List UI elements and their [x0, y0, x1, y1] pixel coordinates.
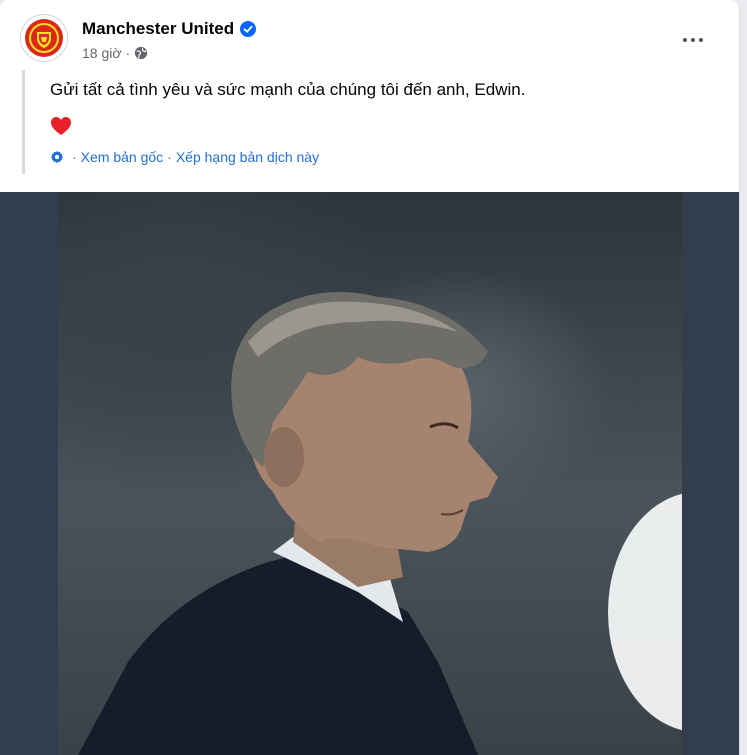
club-crest-icon: [25, 19, 63, 57]
portrait-photo: [78, 292, 682, 755]
gear-icon: [50, 150, 64, 164]
post-media[interactable]: [0, 192, 739, 755]
page-name[interactable]: Manchester United: [82, 19, 234, 39]
post-text: Gửi tất cả tình yêu và sức mạnh của chún…: [50, 80, 526, 99]
translated-post-body: Gửi tất cả tình yêu và sức mạnh của chún…: [22, 70, 622, 174]
post-timestamp[interactable]: 18 giờ: [82, 45, 122, 61]
more-options-button[interactable]: [675, 26, 711, 54]
post-meta: 18 giờ ·: [82, 45, 148, 61]
more-options-icon: [683, 38, 687, 42]
post-card: Manchester United 18 giờ · Gửi tất cả tì…: [0, 0, 739, 755]
heart-icon: [51, 117, 71, 135]
post-photo[interactable]: [58, 192, 682, 755]
translation-separator: ·: [72, 149, 77, 165]
globe-icon[interactable]: [134, 46, 148, 60]
page-avatar[interactable]: [20, 14, 68, 62]
translation-actions: · Xem bản gốc · Xếp hạng bản dịch này: [50, 149, 319, 165]
translation-separator: ·: [167, 149, 172, 165]
more-dot: [691, 38, 695, 42]
meta-separator: ·: [125, 45, 131, 61]
more-dot: [699, 38, 703, 42]
post-header: Manchester United 18 giờ ·: [0, 0, 739, 80]
page-name-row: Manchester United: [82, 19, 257, 39]
rate-translation-link[interactable]: Xếp hạng bản dịch này: [176, 149, 319, 165]
view-original-link[interactable]: Xem bản gốc: [81, 149, 164, 165]
verified-badge-icon: [240, 21, 257, 37]
